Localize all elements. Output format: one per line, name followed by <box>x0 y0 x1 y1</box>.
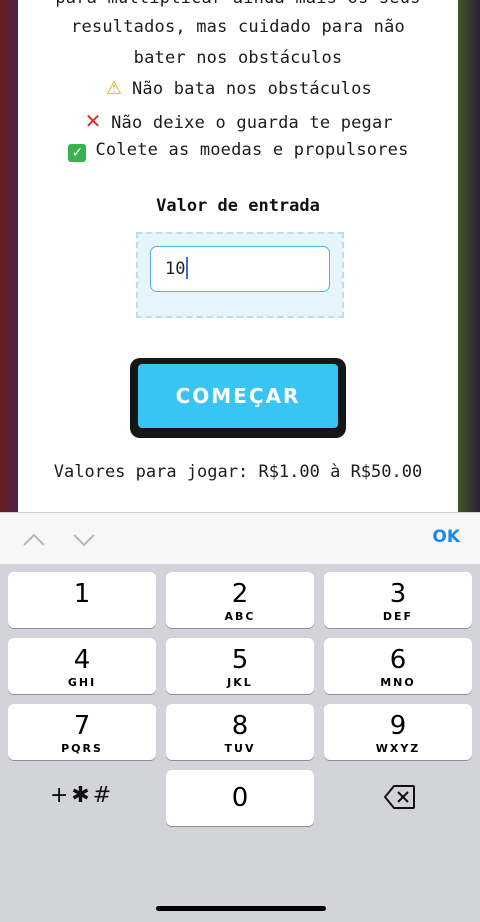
key-8[interactable]: 8 TUV <box>166 704 314 760</box>
key-digit: 7 <box>73 711 91 741</box>
key-9[interactable]: 9 WXYZ <box>324 704 472 760</box>
key-5[interactable]: 5 JKL <box>166 638 314 694</box>
instruction-text-1: resultados, mas cuidado para não <box>71 17 405 37</box>
instruction-text-top: para multiplicar ainda mais os seus <box>18 0 458 8</box>
rule-collect: ✓ Colete as moedas e propulsores <box>18 140 458 162</box>
backspace-icon[interactable] <box>384 784 416 810</box>
key-digit: 6 <box>389 645 407 675</box>
key-letters: TUV <box>224 742 256 755</box>
rule-text: Colete as moedas e propulsores <box>95 140 409 160</box>
key-digit: 1 <box>73 579 91 609</box>
key-letters: MNO <box>380 676 416 689</box>
check-icon: ✓ <box>67 140 87 162</box>
rule-text: Não bata nos obstáculos <box>131 79 372 99</box>
key-letters: DEF <box>382 610 414 623</box>
key-letters: GHI <box>67 676 97 689</box>
start-button[interactable]: COMEÇAR <box>138 364 338 428</box>
instruction-text-2: bater nos obstáculos <box>133 48 343 68</box>
key-digit: 4 <box>73 645 91 675</box>
key-4[interactable]: 4 GHI <box>8 638 156 694</box>
key-3[interactable]: 3 DEF <box>324 572 472 628</box>
rule-no-obstacles: ⚠ Não bata nos obstáculos <box>18 78 458 99</box>
cross-icon: ✕ <box>84 109 102 133</box>
key-2[interactable]: 2 ABC <box>166 572 314 628</box>
bet-amount-input[interactable]: 10 <box>150 246 330 292</box>
key-1[interactable]: 1 <box>8 572 156 628</box>
rule-no-guard: ✕ Não deixe o guarda te pegar <box>18 109 458 133</box>
key-letters: WXYZ <box>375 742 421 755</box>
key-letters: PQRS <box>61 742 103 755</box>
key-letters: JKL <box>227 676 253 689</box>
values-range-text: Valores para jogar: R$1.00 à R$50.00 <box>53 462 423 482</box>
home-indicator <box>156 906 326 911</box>
text-caret <box>186 257 189 279</box>
key-7[interactable]: 7 PQRS <box>8 704 156 760</box>
key-digit: 2 <box>231 579 249 609</box>
rule-text: Não deixe o guarda te pegar <box>111 113 393 133</box>
key-0[interactable]: 0 <box>166 770 314 826</box>
key-digit: 3 <box>389 579 407 609</box>
key-digit: 9 <box>389 711 407 741</box>
input-value: 10 <box>165 259 186 279</box>
chevron-down-icon[interactable] <box>72 528 96 552</box>
key-digit: 5 <box>231 645 249 675</box>
symbols-key[interactable]: +✱# <box>8 778 156 818</box>
key-letters: ABC <box>224 610 256 623</box>
chevron-up-icon[interactable] <box>22 528 46 552</box>
done-button[interactable]: OK <box>432 527 460 547</box>
warning-icon: ⚠ <box>105 78 123 99</box>
key-digit: 8 <box>231 711 249 741</box>
key-digit: 0 <box>231 783 249 813</box>
input-label: Valor de entrada <box>156 196 320 216</box>
key-6[interactable]: 6 MNO <box>324 638 472 694</box>
